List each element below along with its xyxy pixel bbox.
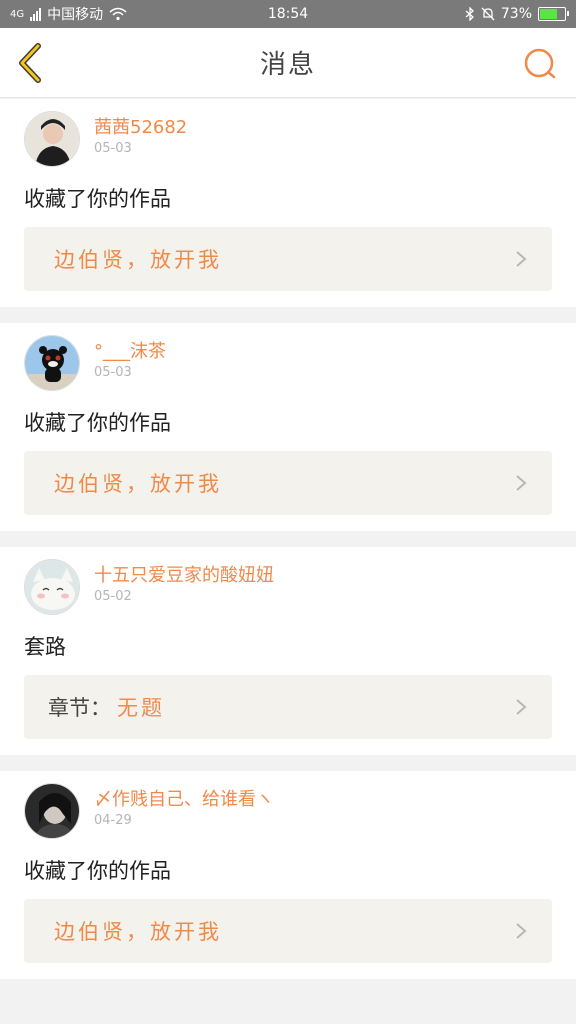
back-button[interactable] bbox=[10, 40, 54, 86]
work-link[interactable]: 边伯贤，放开我 bbox=[24, 899, 552, 963]
message-meta: 十五只爱豆家的酸妞妞 05-02 bbox=[94, 559, 274, 604]
work-link[interactable]: 边伯贤，放开我 bbox=[24, 451, 552, 515]
work-title: 边伯贤，放开我 bbox=[54, 920, 222, 944]
username[interactable]: 〆作贱自己、给谁看ヽ bbox=[94, 789, 274, 811]
wifi-icon bbox=[109, 7, 127, 21]
back-arrow-icon bbox=[19, 43, 41, 83]
battery-icon bbox=[538, 7, 569, 21]
status-bar: 4G 中国移动 18:54 73% bbox=[0, 0, 576, 28]
message-list: 茜茜52682 05-03 收藏了你的作品 边伯贤，放开我 °___沫茶 05-… bbox=[0, 99, 576, 995]
work-link[interactable]: 边伯贤，放开我 bbox=[24, 227, 552, 291]
battery-fill bbox=[540, 9, 557, 19]
search-button[interactable] bbox=[522, 46, 558, 82]
action-text: 收藏了你的作品 bbox=[24, 411, 171, 435]
status-right: 73% bbox=[465, 6, 569, 22]
card-header: °___沫茶 05-03 bbox=[24, 335, 552, 393]
chevron-right-icon bbox=[516, 923, 527, 939]
message-date: 05-03 bbox=[94, 141, 132, 156]
message-meta: 茜茜52682 05-03 bbox=[94, 111, 187, 156]
chapter-label: 章节： bbox=[48, 696, 111, 720]
network-type: 4G bbox=[10, 8, 25, 20]
username[interactable]: 十五只爱豆家的酸妞妞 bbox=[94, 565, 274, 587]
status-left: 4G 中国移动 bbox=[10, 4, 127, 24]
message-card: 十五只爱豆家的酸妞妞 05-02 套路 章节： 无题 bbox=[0, 547, 576, 755]
signal-icon bbox=[30, 7, 42, 21]
work-title: 无题 bbox=[117, 696, 165, 720]
message-date: 05-02 bbox=[94, 589, 132, 604]
work-link-label: 边伯贤，放开我 bbox=[48, 468, 222, 498]
action-text: 收藏了你的作品 bbox=[24, 859, 171, 883]
avatar[interactable] bbox=[24, 559, 80, 615]
carrier-name: 中国移动 bbox=[47, 7, 104, 23]
header: 消息 bbox=[0, 28, 576, 98]
message-date: 05-03 bbox=[94, 365, 132, 380]
action-text: 套路 bbox=[24, 635, 66, 659]
work-link-label: 边伯贤，放开我 bbox=[48, 916, 222, 946]
card-header: 十五只爱豆家的酸妞妞 05-02 bbox=[24, 559, 552, 617]
action-text: 收藏了你的作品 bbox=[24, 187, 171, 211]
message-card: °___沫茶 05-03 收藏了你的作品 边伯贤，放开我 bbox=[0, 323, 576, 531]
chevron-right-icon bbox=[516, 699, 527, 715]
avatar[interactable] bbox=[24, 335, 80, 391]
page-title: 消息 bbox=[259, 50, 316, 80]
battery-percent: 73% bbox=[500, 6, 532, 22]
message-meta: 〆作贱自己、给谁看ヽ 04-29 bbox=[94, 783, 274, 828]
work-title: 边伯贤，放开我 bbox=[54, 248, 222, 272]
card-header: 茜茜52682 05-03 bbox=[24, 111, 552, 169]
bell-muted-icon bbox=[481, 7, 495, 21]
username[interactable]: 茜茜52682 bbox=[94, 117, 187, 139]
message-card: 〆作贱自己、给谁看ヽ 04-29 收藏了你的作品 边伯贤，放开我 bbox=[0, 771, 576, 979]
chevron-right-icon bbox=[516, 475, 527, 491]
avatar[interactable] bbox=[24, 783, 80, 839]
message-meta: °___沫茶 05-03 bbox=[94, 335, 166, 380]
bluetooth-icon bbox=[465, 7, 474, 21]
chevron-right-icon bbox=[516, 251, 527, 267]
avatar[interactable] bbox=[24, 111, 80, 167]
username[interactable]: °___沫茶 bbox=[94, 341, 166, 363]
message-date: 04-29 bbox=[94, 813, 132, 828]
card-header: 〆作贱自己、给谁看ヽ 04-29 bbox=[24, 783, 552, 841]
work-link[interactable]: 章节： 无题 bbox=[24, 675, 552, 739]
work-title: 边伯贤，放开我 bbox=[54, 472, 222, 496]
work-link-label: 边伯贤，放开我 bbox=[48, 244, 222, 274]
work-link-label: 章节： 无题 bbox=[48, 692, 165, 722]
message-card: 茜茜52682 05-03 收藏了你的作品 边伯贤，放开我 bbox=[0, 99, 576, 307]
search-icon bbox=[524, 48, 556, 79]
